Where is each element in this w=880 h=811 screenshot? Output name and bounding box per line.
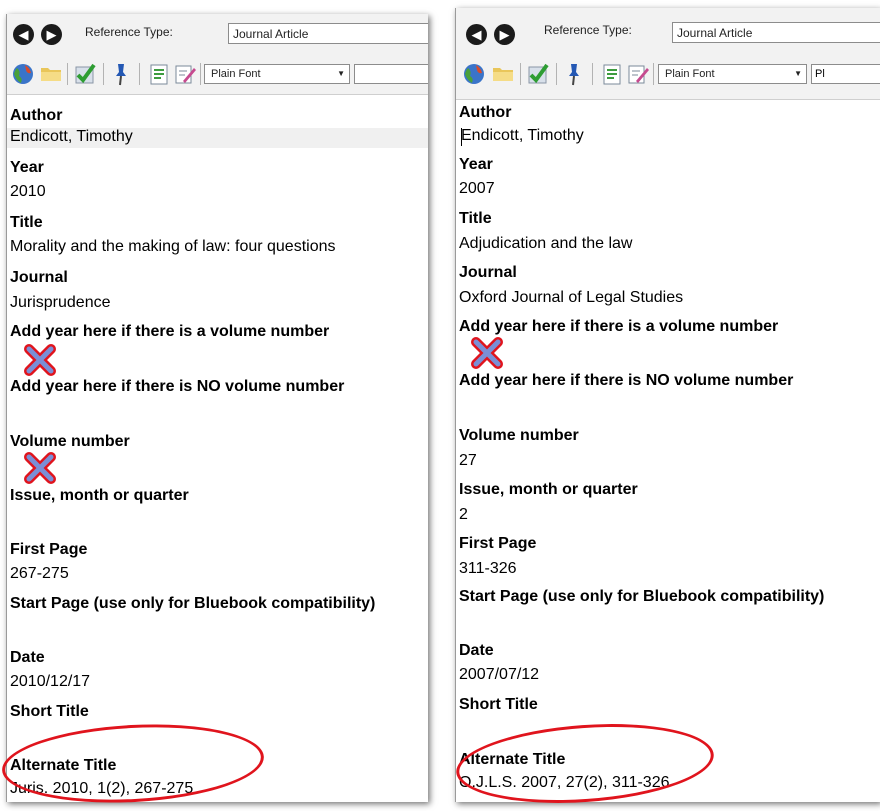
back-arrow-icon[interactable]: ◀ <box>466 24 487 45</box>
field-label: Journal <box>10 269 68 286</box>
field-label: Issue, month or quarter <box>459 481 638 498</box>
font-select-value: Plain Font <box>665 68 715 80</box>
cross-mark-icon <box>24 344 56 376</box>
toolbar-separator <box>556 63 557 85</box>
field-label: First Page <box>10 541 88 558</box>
title-input[interactable]: Morality and the making of law: four que… <box>7 238 336 256</box>
forward-arrow-icon[interactable]: ▶ <box>494 24 515 45</box>
field-label: Title <box>459 210 492 227</box>
cross-mark-icon <box>24 452 56 484</box>
font-size-select[interactable] <box>354 64 428 84</box>
field-label: Add year here if there is a volume numbe… <box>10 323 330 340</box>
font-size-select[interactable]: Pl <box>811 64 880 84</box>
journal-input[interactable]: Oxford Journal of Legal Studies <box>456 289 683 307</box>
field-label: Issue, month or quarter <box>10 487 189 504</box>
field-label: Author <box>459 104 512 121</box>
reference-type-bar: ◀ ▶ Reference Type: Journal Article <box>456 8 880 48</box>
field-label: Author <box>10 107 63 124</box>
chevron-down-icon: ▼ <box>794 69 802 78</box>
journal-input[interactable]: Jurisprudence <box>7 294 111 312</box>
left-reference-panel: ◀ ▶ Reference Type: Journal Article Plai… <box>6 14 428 802</box>
font-select[interactable]: Plain Font ▼ <box>204 64 350 84</box>
font-select-value: Plain Font <box>211 68 261 80</box>
forward-arrow-icon[interactable]: ▶ <box>41 24 62 45</box>
pin-icon[interactable] <box>562 62 586 86</box>
globe-icon[interactable] <box>462 62 486 86</box>
edit-icon[interactable] <box>173 62 197 86</box>
reference-type-label: Reference Type: <box>544 23 632 37</box>
font-select[interactable]: Plain Font ▼ <box>658 64 807 84</box>
year-input[interactable]: 2007 <box>456 180 495 198</box>
issue-input[interactable]: 2 <box>456 506 468 524</box>
toolbar-separator <box>103 63 104 85</box>
chevron-down-icon: ▼ <box>337 69 345 78</box>
reference-type-select[interactable]: Journal Article <box>672 22 880 43</box>
toolbar-separator <box>653 63 654 85</box>
field-label: Title <box>10 214 43 231</box>
checkmark-icon[interactable] <box>73 62 97 86</box>
title-input[interactable]: Adjudication and the law <box>456 235 632 253</box>
author-input[interactable]: Endicott, Timothy <box>458 127 584 145</box>
field-label: Volume number <box>10 433 130 450</box>
field-label: Add year here if there is NO volume numb… <box>459 372 794 389</box>
field-label: Year <box>10 159 44 176</box>
formatting-toolbar: Plain Font ▼ <box>7 54 428 95</box>
field-label: Date <box>10 649 45 666</box>
year-input[interactable]: 2010 <box>7 183 46 201</box>
reference-type-select[interactable]: Journal Article <box>228 23 428 44</box>
date-input[interactable]: 2010/12/17 <box>7 673 90 691</box>
cross-mark-icon <box>471 337 503 369</box>
field-label: Date <box>459 642 494 659</box>
right-reference-panel: ◀ ▶ Reference Type: Journal Article Plai… <box>455 8 880 802</box>
back-arrow-icon[interactable]: ◀ <box>13 24 34 45</box>
field-label: Short Title <box>459 696 538 713</box>
first-page-input[interactable]: 267-275 <box>7 565 69 583</box>
toolbar-separator <box>592 63 593 85</box>
date-input[interactable]: 2007/07/12 <box>456 666 539 684</box>
first-page-input[interactable]: 311-326 <box>456 560 517 578</box>
field-label: Add year here if there is NO volume numb… <box>10 378 345 395</box>
toolbar-separator <box>520 63 521 85</box>
field-label: Start Page (use only for Bluebook compat… <box>10 595 376 612</box>
field-label: First Page <box>459 535 537 552</box>
edit-icon[interactable] <box>626 62 650 86</box>
checkmark-icon[interactable] <box>526 62 550 86</box>
author-input[interactable]: Endicott, Timothy <box>7 128 428 148</box>
reference-type-bar: ◀ ▶ Reference Type: Journal Article <box>7 14 428 54</box>
font-size-value: Pl <box>815 68 825 80</box>
toolbar-separator <box>200 63 201 85</box>
pin-icon[interactable] <box>109 62 133 86</box>
globe-icon[interactable] <box>11 62 35 86</box>
toolbar-separator <box>67 63 68 85</box>
toolbar-separator <box>139 63 140 85</box>
field-label: Journal <box>459 264 517 281</box>
field-label: Volume number <box>459 427 579 444</box>
folder-icon[interactable] <box>39 62 63 86</box>
list-icon[interactable] <box>147 62 171 86</box>
folder-icon[interactable] <box>491 62 515 86</box>
field-label: Start Page (use only for Bluebook compat… <box>459 588 825 605</box>
field-label: Year <box>459 156 493 173</box>
field-label: Short Title <box>10 703 89 720</box>
formatting-toolbar: Plain Font ▼ Pl <box>456 48 880 100</box>
reference-type-label: Reference Type: <box>85 25 173 39</box>
volume-number-input[interactable]: 27 <box>456 452 477 470</box>
field-label: Add year here if there is a volume numbe… <box>459 318 779 335</box>
list-icon[interactable] <box>600 62 624 86</box>
